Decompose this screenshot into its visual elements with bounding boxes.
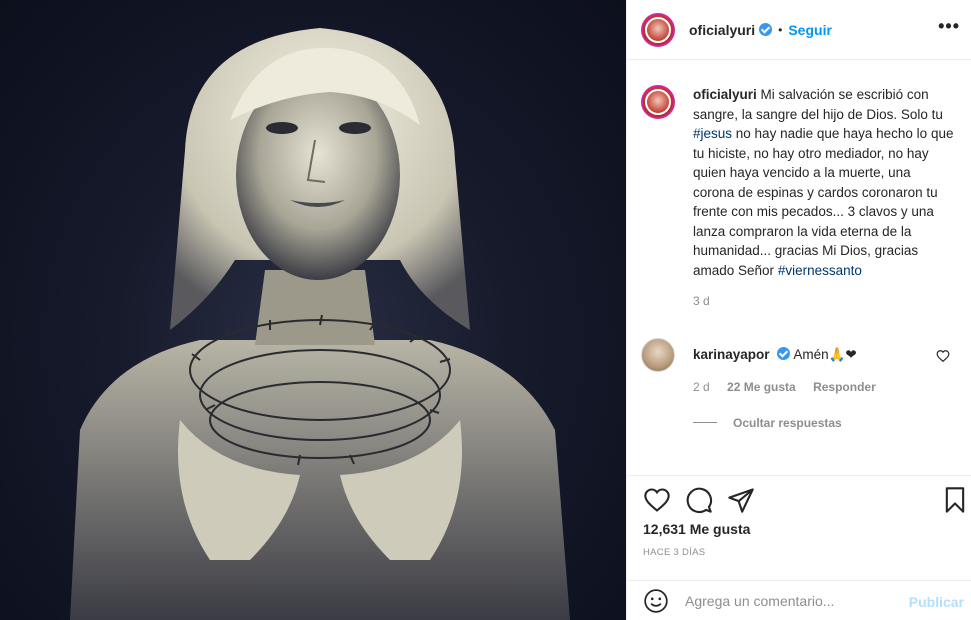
- comment-icon[interactable]: [685, 486, 713, 514]
- post-image[interactable]: [0, 0, 626, 620]
- bookmark-icon[interactable]: [941, 486, 969, 514]
- reply-button[interactable]: Responder: [813, 380, 876, 394]
- comment-likes[interactable]: 22 Me gusta: [727, 380, 796, 394]
- comment-meta: 2 d 22 Me gusta Responder: [693, 380, 958, 394]
- comments-section[interactable]: oficialyuri Mi salvación se escribió con…: [627, 61, 971, 475]
- comment-input[interactable]: [685, 592, 885, 609]
- hashtag-link[interactable]: #jesus: [693, 126, 732, 141]
- caption-timestamp: 3 d: [693, 294, 710, 308]
- comment-text: Amén🙏❤: [793, 346, 857, 362]
- follow-button[interactable]: Seguir: [788, 22, 832, 38]
- more-options-icon[interactable]: •••: [938, 17, 960, 35]
- verified-badge-icon: [777, 346, 791, 360]
- commenter-username[interactable]: karinayapor: [693, 347, 770, 362]
- action-bar: [627, 475, 971, 525]
- caption: oficialyuri Mi salvación se escribió con…: [641, 85, 958, 312]
- share-icon[interactable]: [727, 486, 755, 514]
- hide-replies-button[interactable]: Ocultar respuestas: [693, 416, 958, 430]
- comment-timestamp: 2 d: [693, 379, 710, 394]
- author-username[interactable]: oficialyuri: [689, 22, 755, 38]
- separator-dot: •: [778, 22, 783, 37]
- caption-body: oficialyuri Mi salvación se escribió con…: [693, 85, 955, 312]
- publish-button[interactable]: Publicar: [909, 594, 964, 610]
- author-avatar[interactable]: [641, 12, 675, 47]
- divider-line: [693, 422, 717, 423]
- commenter-avatar[interactable]: [641, 337, 675, 372]
- likes-count[interactable]: 12,631 Me gusta: [643, 521, 750, 537]
- comment-item: karinayapor Amén🙏❤: [641, 337, 958, 372]
- emoji-icon[interactable]: [643, 588, 669, 614]
- caption-author-avatar[interactable]: [641, 85, 675, 119]
- hide-replies-label: Ocultar respuestas: [733, 415, 842, 430]
- heart-icon[interactable]: [643, 486, 671, 514]
- portrait-illustration: [70, 28, 570, 620]
- comment-body: karinayapor Amén🙏❤: [693, 345, 857, 372]
- post-timestamp: HACE 3 DÍAS: [643, 547, 706, 558]
- post-sidebar: oficialyuri • Seguir ••• oficialyuri Mi …: [626, 0, 971, 620]
- caption-text-2: no hay nadie que haya hecho lo que tu hi…: [693, 126, 954, 278]
- post-header: oficialyuri • Seguir •••: [627, 0, 971, 60]
- comment-composer: Publicar: [627, 580, 971, 620]
- hashtag-link[interactable]: #viernessanto: [778, 263, 862, 278]
- comment-like-heart-icon[interactable]: [936, 349, 950, 363]
- caption-username[interactable]: oficialyuri: [693, 87, 757, 102]
- verified-badge-icon: [759, 23, 773, 36]
